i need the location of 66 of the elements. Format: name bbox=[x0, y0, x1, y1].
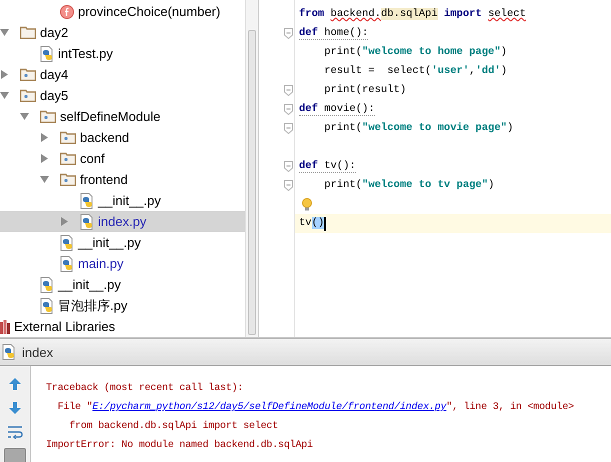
collapsed-arrow-icon[interactable] bbox=[60, 217, 69, 226]
expanded-arrow-icon[interactable] bbox=[20, 112, 29, 121]
code-line: from backend.db.sqlApi import select bbox=[299, 8, 526, 21]
code-line: def home(): bbox=[299, 27, 368, 40]
code-line: print("welcome to movie page") bbox=[323, 122, 514, 135]
code-line: def movie(): bbox=[299, 103, 375, 116]
tree-item[interactable]: day4 bbox=[0, 64, 245, 85]
code-line: tv() bbox=[299, 217, 324, 230]
tree-item[interactable]: __init__.py bbox=[0, 274, 245, 295]
collapsed-arrow-icon[interactable] bbox=[40, 154, 49, 163]
python-file-icon bbox=[60, 234, 74, 250]
code-line: print("welcome to tv page") bbox=[323, 179, 494, 192]
fold-marker-icon[interactable] bbox=[284, 85, 293, 96]
fold-marker-icon[interactable] bbox=[284, 28, 293, 39]
expanded-arrow-icon[interactable] bbox=[0, 91, 9, 100]
file-link[interactable]: E:/pycharm_python/s12/day5/selfDefineModule/frontend/index.py bbox=[92, 402, 446, 413]
python-file-icon bbox=[2, 344, 16, 360]
python-file-icon bbox=[40, 276, 54, 292]
expanded-arrow-icon[interactable] bbox=[40, 175, 49, 184]
python-file-icon bbox=[60, 256, 74, 272]
libraries-icon bbox=[0, 320, 10, 334]
console-line: from backend.db.sqlApi import select bbox=[68, 420, 280, 434]
tree-item[interactable]: __init__.py bbox=[0, 190, 245, 211]
function-icon bbox=[60, 4, 74, 18]
tree-item[interactable]: day5 bbox=[0, 85, 245, 106]
fold-marker-icon[interactable] bbox=[284, 123, 293, 134]
tree-item[interactable]: frontend bbox=[0, 169, 245, 190]
python-file-icon bbox=[80, 192, 94, 208]
python-file-icon bbox=[80, 214, 94, 230]
fold-marker-icon[interactable] bbox=[284, 180, 293, 191]
tree-item[interactable]: day2 bbox=[0, 22, 245, 43]
tree-item[interactable]: main.py bbox=[0, 253, 245, 274]
text-caret bbox=[324, 216, 326, 230]
tree-item[interactable]: backend bbox=[0, 127, 245, 148]
python-file-icon bbox=[40, 298, 54, 314]
console-line: Traceback (most recent call last): bbox=[46, 382, 244, 396]
tree-item[interactable]: conf bbox=[0, 148, 245, 169]
tree-item[interactable]: 冒泡排序.py bbox=[0, 295, 245, 316]
tree-item[interactable]: External Libraries bbox=[14, 319, 116, 334]
package-folder-icon bbox=[60, 131, 76, 144]
tree-item[interactable]: selfDefineModule bbox=[0, 106, 245, 127]
package-folder-icon bbox=[60, 173, 76, 186]
package-folder-icon bbox=[20, 68, 36, 81]
package-folder-icon bbox=[40, 110, 56, 123]
tree-item[interactable]: intTest.py bbox=[0, 43, 245, 64]
code-line: def tv(): bbox=[299, 160, 356, 173]
console-line: ImportError: No module named backend.db.sqlApi bbox=[46, 438, 314, 453]
tree-item[interactable]: index.py bbox=[0, 211, 245, 232]
package-folder-icon bbox=[60, 152, 76, 165]
package-folder-icon bbox=[20, 89, 36, 102]
code-line: print("welcome to home page") bbox=[323, 46, 507, 59]
run-tab[interactable]: index bbox=[22, 344, 54, 360]
fold-marker-icon[interactable] bbox=[284, 104, 293, 115]
lightbulb-icon[interactable] bbox=[302, 198, 312, 211]
tree-item[interactable]: __init__.py bbox=[0, 232, 245, 253]
code-line: print(result) bbox=[323, 84, 406, 97]
folder-icon bbox=[20, 26, 36, 39]
python-file-icon bbox=[40, 46, 54, 62]
console-line: File "E:/pycharm_python/s12/day5/selfDefineModule/frontend/index.py", line 3, in <module> bbox=[56, 400, 575, 415]
collapsed-arrow-icon[interactable] bbox=[40, 133, 49, 142]
code-line: result = select('user','dd') bbox=[323, 65, 507, 78]
tree-item[interactable]: provinceChoice(number) bbox=[78, 4, 220, 19]
scrollbar-thumb[interactable] bbox=[248, 30, 256, 335]
collapsed-arrow-icon[interactable] bbox=[0, 70, 9, 79]
expanded-arrow-icon[interactable] bbox=[0, 28, 9, 37]
fold-marker-icon[interactable] bbox=[284, 161, 293, 172]
